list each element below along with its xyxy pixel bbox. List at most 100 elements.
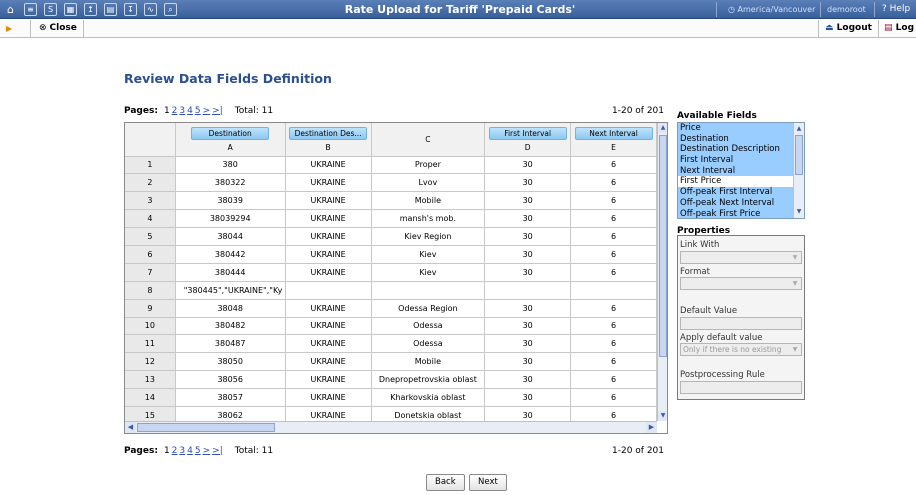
table-cell: Odessa: [371, 334, 486, 354]
table-row: 1 380 UKRAINE Proper 30 6: [125, 156, 657, 175]
list-item[interactable]: Next Interval: [678, 165, 794, 177]
list-scrollbar[interactable]: ▲ ▼: [793, 123, 804, 218]
table-cell: 30: [484, 334, 572, 354]
help-label: Help: [889, 4, 911, 14]
close-button[interactable]: ⊗ Close: [30, 20, 84, 37]
scroll-thumb[interactable]: [137, 423, 275, 432]
apply-default-select[interactable]: Only if there is no existing ▼: [680, 343, 802, 356]
table-cell: UKRAINE: [285, 406, 372, 421]
chevron-down-icon: ▼: [792, 254, 798, 261]
user-link[interactable]: demoroot: [827, 5, 866, 14]
zoom-icon[interactable]: ⌕: [164, 3, 177, 16]
table-row: 11 380487 UKRAINE Odessa 30 6: [125, 334, 657, 354]
table-row: 8 "380445","UKRAINE","Ky: [125, 281, 657, 300]
list-item[interactable]: First Price: [678, 176, 794, 187]
list-item[interactable]: Off-peak First Price: [678, 208, 794, 218]
pager-label: Pages:: [124, 106, 158, 116]
timezone-link[interactable]: ◷ America/Vancouver: [728, 5, 815, 14]
scroll-right-icon[interactable]: ▶: [646, 422, 657, 433]
table-cell: 6: [570, 406, 657, 421]
log-label: Log: [895, 23, 915, 33]
table-row: 5 38044 UKRAINE Kiev Region 30 6: [125, 227, 657, 246]
grid-vertical-scrollbar[interactable]: ▲ ▼: [657, 123, 667, 421]
table-cell: [484, 281, 572, 300]
scroll-down-icon[interactable]: ▼: [794, 207, 804, 217]
list-item[interactable]: Destination Description: [678, 144, 794, 156]
pager-next-link[interactable]: >: [203, 446, 211, 456]
chart-icon[interactable]: ∿: [144, 3, 157, 16]
table-cell: 38039: [175, 191, 286, 211]
scroll-thumb[interactable]: [795, 135, 803, 175]
pager-link[interactable]: 3: [179, 446, 185, 456]
pager-next-link[interactable]: >: [203, 106, 211, 116]
pager-link[interactable]: 4: [187, 106, 193, 116]
table-cell: 30: [484, 352, 572, 372]
field-assign-button[interactable]: Destination Des...: [289, 127, 368, 140]
table-row: 9 38048 UKRAINE Odessa Region 30 6: [125, 299, 657, 318]
table-row: 3 38039 UKRAINE Mobile 30 6: [125, 191, 657, 211]
row-number: 3: [125, 191, 176, 211]
table-cell: 38057: [175, 388, 286, 407]
column-letter: C: [425, 135, 431, 144]
table-cell: 380444: [175, 263, 286, 282]
download-icon[interactable]: ↧: [124, 3, 137, 16]
help-link[interactable]: ? Help: [882, 4, 910, 14]
link-with-select[interactable]: ▼: [680, 251, 802, 264]
row-number: 13: [125, 370, 176, 390]
pager-link[interactable]: 4: [187, 446, 193, 456]
table-cell: Mobile: [371, 352, 486, 372]
postprocessing-input[interactable]: [680, 381, 802, 394]
available-fields-list[interactable]: Price Destination Destination Description F…: [677, 122, 805, 219]
field-assign-button[interactable]: Destination: [191, 127, 270, 140]
grid-horizontal-scrollbar[interactable]: ◀ ▶: [125, 421, 657, 433]
pager-last-link[interactable]: >|: [212, 446, 223, 456]
grid-icon[interactable]: ▦: [64, 3, 77, 16]
table-cell: UKRAINE: [285, 388, 372, 407]
format-select[interactable]: ▼: [680, 277, 802, 290]
apply-default-label: Apply default value: [680, 333, 763, 343]
table-cell: 6: [570, 156, 657, 175]
table-cell: [371, 281, 486, 300]
list-item[interactable]: Off-peak Next Interval: [678, 197, 794, 209]
pager-link[interactable]: 5: [195, 446, 201, 456]
field-assign-button[interactable]: First Interval: [488, 127, 567, 140]
pager-range: 1-20 of 201: [612, 446, 665, 456]
pager-last-link[interactable]: >|: [212, 106, 223, 116]
separator: [874, 2, 875, 17]
scroll-up-icon[interactable]: ▲: [794, 124, 804, 134]
table-cell: Kiev: [371, 263, 486, 282]
log-button[interactable]: ▤ Log: [880, 20, 914, 37]
table-cell: 6: [570, 209, 657, 229]
list-item[interactable]: Price: [678, 123, 794, 134]
pager-link[interactable]: 2: [172, 446, 178, 456]
table-cell: UKRAINE: [285, 334, 372, 354]
list-item[interactable]: First Interval: [678, 155, 794, 166]
upload-icon[interactable]: ↥: [84, 3, 97, 16]
scroll-down-icon[interactable]: ▼: [658, 411, 667, 421]
scroll-up-icon[interactable]: ▲: [658, 123, 667, 133]
list-item[interactable]: Destination: [678, 133, 794, 145]
s-icon[interactable]: S: [44, 3, 57, 16]
timezone-label: America/Vancouver: [737, 5, 816, 14]
table-cell: UKRAINE: [285, 352, 372, 372]
list-item[interactable]: Off-peak First Interval: [678, 187, 794, 198]
field-assign-button[interactable]: Next Interval: [574, 127, 653, 140]
default-value-input[interactable]: [680, 317, 802, 330]
table-cell: 6: [570, 173, 657, 193]
table-cell: 6: [570, 227, 657, 246]
back-button[interactable]: Back: [426, 474, 465, 491]
table-cell: 380482: [175, 317, 286, 336]
scroll-thumb[interactable]: [659, 135, 667, 357]
table-cell: 30: [484, 245, 572, 264]
next-button[interactable]: Next: [469, 474, 507, 491]
table-cell: UKRAINE: [285, 263, 372, 282]
home-icon[interactable]: ⌂: [4, 3, 17, 16]
pager-link[interactable]: 3: [179, 106, 185, 116]
row-number: 12: [125, 352, 176, 372]
pager-link[interactable]: 5: [195, 106, 201, 116]
list-icon[interactable]: ≡: [24, 3, 37, 16]
pager-link[interactable]: 2: [172, 106, 178, 116]
scroll-left-icon[interactable]: ◀: [125, 422, 136, 433]
logout-button[interactable]: ⏏ Logout: [818, 20, 879, 37]
table-icon[interactable]: ▤: [104, 3, 117, 16]
